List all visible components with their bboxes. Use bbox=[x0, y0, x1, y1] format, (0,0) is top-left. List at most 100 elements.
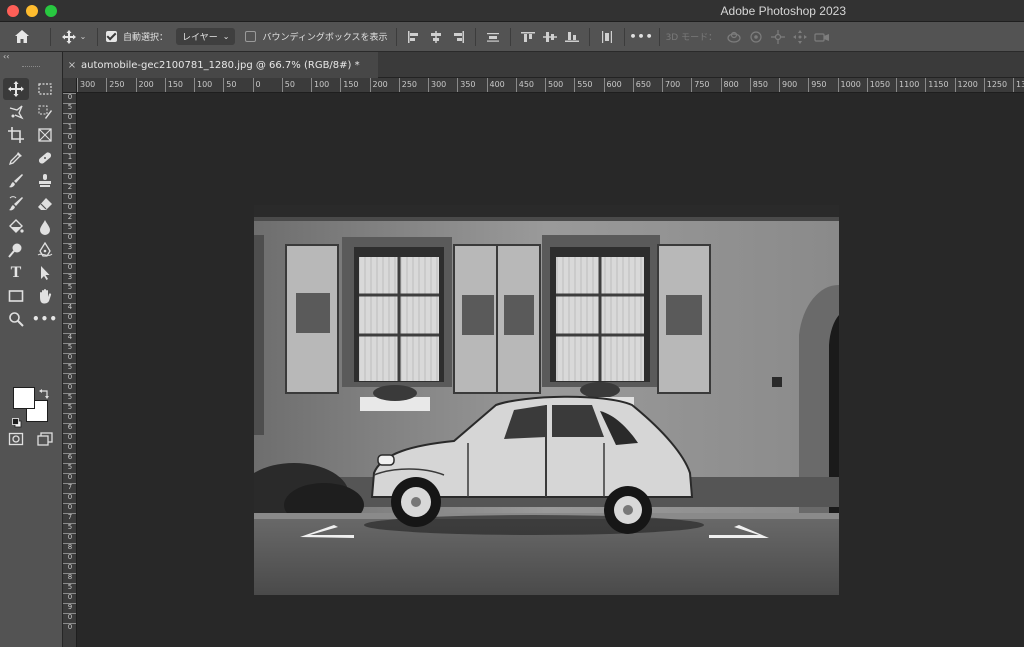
ruler-tick-label: 1 bbox=[63, 153, 76, 163]
3d-orbit-button[interactable] bbox=[723, 28, 745, 46]
auto-select-target-dropdown[interactable]: レイヤー ⌄ bbox=[176, 28, 236, 45]
dodge-tool[interactable] bbox=[3, 239, 29, 261]
ruler-tick-label: 750 bbox=[691, 78, 710, 92]
ruler-tick-label: 250 bbox=[106, 78, 125, 92]
more-options-button[interactable]: ••• bbox=[630, 30, 653, 43]
swap-colors-button[interactable] bbox=[39, 384, 49, 403]
brush-icon bbox=[9, 174, 23, 188]
rectangle-tool[interactable] bbox=[3, 285, 29, 307]
ruler-tick-label: 0 bbox=[63, 613, 76, 623]
history-brush-tool[interactable] bbox=[3, 193, 29, 215]
close-tab-button[interactable]: × bbox=[63, 60, 81, 71]
ruler-tick-label: 1 bbox=[63, 123, 76, 133]
move-tool[interactable] bbox=[3, 78, 29, 100]
auto-select-target-value: レイヤー bbox=[182, 33, 218, 43]
3d-drag-button[interactable] bbox=[767, 28, 789, 46]
type-tool[interactable]: T bbox=[3, 262, 29, 284]
document-tab[interactable]: × automobile-gec2100781_1280.jpg @ 66.7%… bbox=[63, 52, 378, 78]
edit-toolbar-button[interactable]: ••• bbox=[32, 308, 58, 330]
clone-stamp-tool[interactable] bbox=[32, 170, 58, 192]
ruler-tick-label: 2 bbox=[63, 183, 76, 193]
move-icon bbox=[61, 29, 76, 44]
crop-tool[interactable] bbox=[3, 124, 29, 146]
frame-tool[interactable] bbox=[32, 124, 58, 146]
ruler-tick-label: 100 bbox=[311, 78, 329, 92]
app-title: Adobe Photoshop 2023 bbox=[720, 4, 846, 18]
3d-roll-button[interactable] bbox=[745, 28, 767, 46]
rectangular-marquee-tool[interactable] bbox=[32, 78, 58, 100]
separator bbox=[509, 27, 511, 46]
align-right-edges-button[interactable] bbox=[447, 28, 469, 46]
ruler-tick-label: 3 bbox=[63, 273, 76, 283]
window-minimize-button[interactable] bbox=[26, 5, 38, 17]
home-icon bbox=[15, 30, 29, 43]
zoom-tool[interactable] bbox=[3, 308, 29, 330]
ruler-tick-label: 200 bbox=[135, 78, 154, 92]
ruler-tick-label: 0 bbox=[63, 493, 76, 503]
3d-scale-button[interactable] bbox=[811, 28, 833, 46]
crop-icon bbox=[8, 127, 24, 143]
ruler-tick-label: 0 bbox=[63, 193, 76, 203]
ruler-tick-label: 6 bbox=[63, 453, 76, 463]
title-bar: Adobe Photoshop 2023 bbox=[0, 0, 1024, 22]
3d-slide-icon bbox=[793, 29, 808, 44]
home-button[interactable] bbox=[0, 29, 44, 44]
align-horizontal-centers-button[interactable] bbox=[425, 28, 447, 46]
document-image[interactable] bbox=[254, 205, 839, 595]
ruler-tick-label: 6 bbox=[63, 423, 76, 433]
eyedropper-tool[interactable] bbox=[3, 147, 29, 169]
pen-tool[interactable] bbox=[32, 239, 58, 261]
healing-brush-tool[interactable] bbox=[32, 147, 58, 169]
zoom-icon bbox=[9, 312, 24, 327]
show-bounding-box-label: バウンディングボックスを表示 bbox=[262, 33, 388, 43]
separator bbox=[623, 27, 625, 46]
brush-tool[interactable] bbox=[3, 170, 29, 192]
quick-mask-icon bbox=[8, 432, 24, 446]
ruler-tick-label: 1100 bbox=[896, 78, 919, 92]
ruler-tick-label: 150 bbox=[164, 78, 183, 92]
ruler-tick-label: 1050 bbox=[866, 78, 890, 92]
align-top-icon bbox=[520, 31, 535, 42]
ruler-tick-label: 900 bbox=[779, 78, 797, 92]
screen-mode-button[interactable] bbox=[32, 428, 58, 450]
blur-tool[interactable] bbox=[32, 216, 58, 238]
collapse-panel-button[interactable]: ‹‹ bbox=[3, 52, 9, 61]
auto-select-checkbox[interactable] bbox=[106, 31, 117, 42]
ruler-tick-label: 1150 bbox=[925, 78, 949, 92]
vertical-ruler[interactable]: 0501001502002503003504004505005506006507… bbox=[63, 93, 77, 647]
separator bbox=[474, 27, 476, 46]
path-selection-tool[interactable] bbox=[32, 262, 58, 284]
ruler-tick-label: 5 bbox=[63, 103, 76, 113]
ruler-tick-label: 4 bbox=[63, 303, 76, 313]
horizontal-ruler[interactable]: 300 250 200 150 100 50 0 50 100 150 200 250 300 350 40… bbox=[77, 78, 1024, 93]
align-vertical-centers-button[interactable] bbox=[539, 28, 561, 46]
distribute-vertically-button[interactable] bbox=[482, 28, 504, 46]
object-selection-tool[interactable] bbox=[32, 101, 58, 123]
align-top-edges-button[interactable] bbox=[517, 28, 539, 46]
ruler-tick-label: 100 bbox=[194, 78, 212, 92]
lasso-icon bbox=[9, 105, 24, 120]
foreground-color-swatch[interactable] bbox=[13, 387, 35, 409]
show-bounding-box-checkbox[interactable] bbox=[245, 31, 257, 42]
ruler-tick-label: 8 bbox=[63, 543, 76, 553]
ruler-corner[interactable] bbox=[63, 78, 77, 93]
ruler-tick-label: 0 bbox=[63, 263, 76, 273]
distribute-horizontally-button[interactable] bbox=[596, 28, 618, 46]
marquee-icon bbox=[38, 83, 52, 95]
lasso-tool[interactable] bbox=[3, 101, 29, 123]
move-tool-preset[interactable]: ⌄ bbox=[57, 29, 91, 44]
arrow-pointer-icon bbox=[41, 266, 50, 280]
ruler-tick-label: 250 bbox=[398, 78, 417, 92]
eraser-tool[interactable] bbox=[32, 193, 58, 215]
ruler-tick-label: 5 bbox=[63, 163, 76, 173]
3d-slide-button[interactable] bbox=[789, 28, 811, 46]
align-left-edges-button[interactable] bbox=[403, 28, 425, 46]
align-bottom-edges-button[interactable] bbox=[561, 28, 583, 46]
window-close-button[interactable] bbox=[7, 5, 19, 17]
hand-tool[interactable] bbox=[32, 285, 58, 307]
ruler-tick-label: 300 bbox=[77, 78, 95, 92]
quick-mask-button[interactable] bbox=[3, 428, 29, 450]
paint-bucket-tool[interactable] bbox=[3, 216, 29, 238]
window-maximize-button[interactable] bbox=[45, 5, 57, 17]
ruler-tick-label: 5 bbox=[63, 343, 76, 353]
